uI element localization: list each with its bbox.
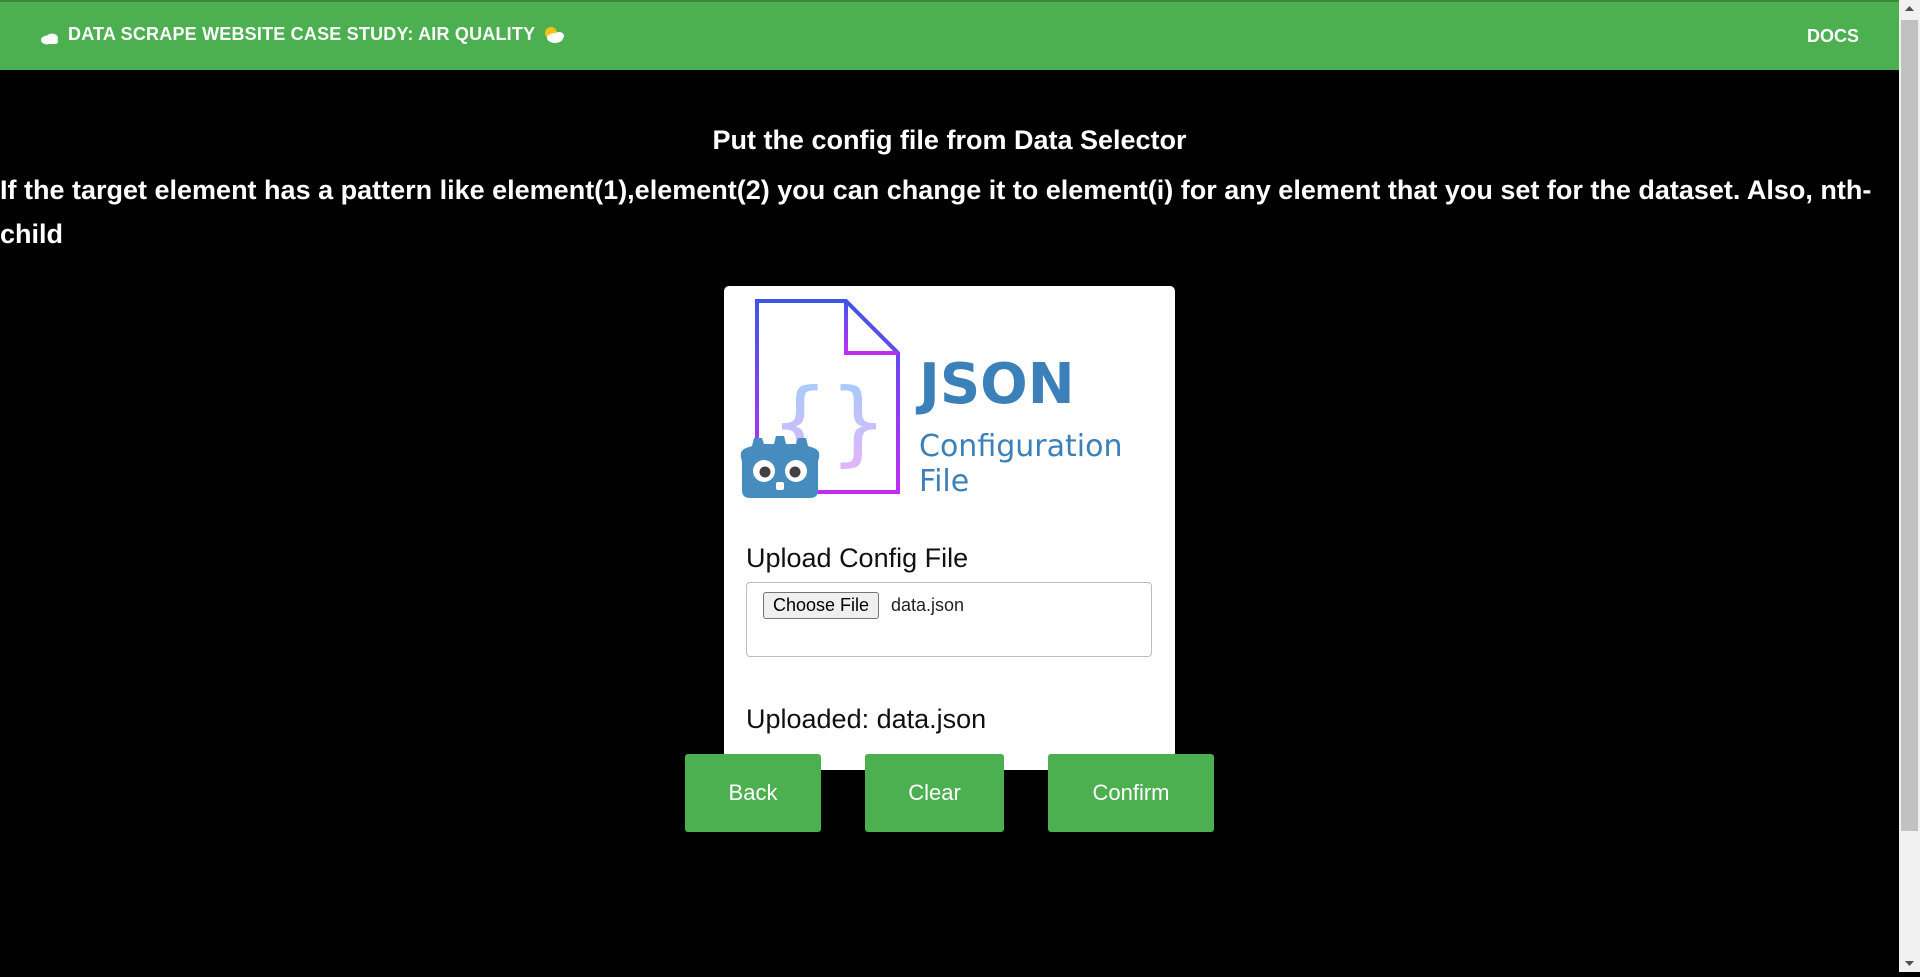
json-config-logo: {} JSON Configuration File [724, 286, 1175, 506]
godot-robot-icon [740, 436, 820, 498]
app-brand[interactable]: DATA SCRAPE WEBSITE CASE STUDY: AIR QUAL… [40, 24, 565, 45]
scroll-down-arrow-icon[interactable] [1899, 955, 1920, 972]
top-navbar: DATA SCRAPE WEBSITE CASE STUDY: AIR QUAL… [0, 0, 1899, 70]
clear-button[interactable]: Clear [865, 754, 1004, 832]
sun-behind-cloud-icon [543, 26, 565, 44]
cloud-icon [40, 29, 60, 44]
page-description: If the target element has a pattern like… [0, 175, 1872, 249]
json-title: JSON [919, 352, 1075, 417]
selected-file-name: data.json [891, 595, 965, 615]
scrollbar-thumb[interactable] [1901, 20, 1918, 831]
docs-link[interactable]: DOCS [1807, 26, 1859, 47]
vertical-scrollbar[interactable] [1899, 0, 1920, 972]
page: DATA SCRAPE WEBSITE CASE STUDY: AIR QUAL… [0, 0, 1899, 972]
uploaded-status: Uploaded: data.json [746, 704, 987, 734]
upload-card: {} JSON Configuration File Upload Config… [724, 286, 1175, 770]
scroll-up-arrow-icon[interactable] [1899, 0, 1920, 17]
upload-config-label: Upload Config File [746, 543, 969, 573]
page-heading: Put the config file from Data Selector [712, 125, 1187, 155]
file-input[interactable]: Choose File data.json [746, 582, 1152, 657]
choose-file-button[interactable]: Choose File [763, 592, 880, 619]
json-subtitle: Configuration File [919, 429, 1123, 499]
confirm-button[interactable]: Confirm [1048, 754, 1214, 832]
app-title: DATA SCRAPE WEBSITE CASE STUDY: AIR QUAL… [68, 24, 536, 44]
back-button[interactable]: Back [685, 754, 821, 832]
